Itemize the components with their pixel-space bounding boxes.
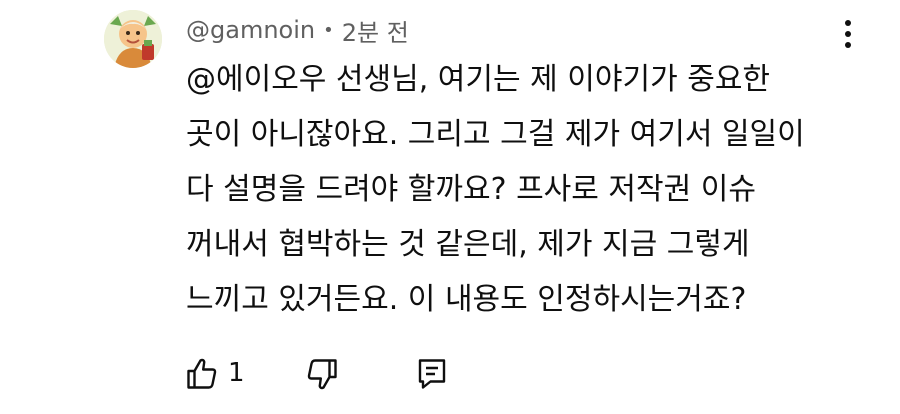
avatar[interactable] bbox=[104, 10, 162, 68]
comment-header: @gamnoin • 2분 전 bbox=[186, 12, 409, 48]
like-count: 1 bbox=[228, 358, 245, 388]
comment-line: 느끼고 있거든요. 이 내용도 인정하시는거죠? bbox=[186, 282, 747, 317]
reply-comment-icon bbox=[418, 359, 446, 389]
comment-timestamp[interactable]: 2분 전 bbox=[342, 13, 409, 48]
like-button[interactable] bbox=[184, 352, 220, 396]
meta-separator: • bbox=[323, 19, 334, 41]
more-dot bbox=[845, 31, 851, 37]
comment-item: @gamnoin • 2분 전 @에이오우 선생님, 여기는 제 이야기가 중요… bbox=[0, 0, 900, 414]
avatar-image bbox=[104, 10, 162, 68]
more-dot bbox=[845, 42, 851, 48]
comment-actions: 1 bbox=[184, 352, 484, 396]
comment-text: @에이오우 선생님, 여기는 제 이야기가 중요한 곳이 아니잖아요. 그리고 … bbox=[186, 52, 826, 327]
thumbs-down-icon bbox=[307, 359, 337, 390]
dislike-button[interactable] bbox=[304, 352, 340, 396]
comment-line: 곳이 아니잖아요. 그리고 그걸 제가 여기서 일일이 bbox=[186, 117, 805, 152]
reply-button[interactable] bbox=[414, 352, 450, 396]
comment-line: 꺼내서 협박하는 것 같은데, 제가 지금 그렇게 bbox=[186, 227, 750, 262]
thumbs-up-icon bbox=[187, 358, 217, 389]
more-options-button[interactable] bbox=[832, 14, 864, 54]
comment-line: 다 설명을 드려야 할까요? 프사로 저작권 이슈 bbox=[186, 172, 756, 207]
more-vertical-icon bbox=[845, 20, 851, 26]
comment-line: @에이오우 선생님, 여기는 제 이야기가 중요한 bbox=[186, 62, 771, 97]
author-name[interactable]: @gamnoin bbox=[186, 16, 315, 44]
